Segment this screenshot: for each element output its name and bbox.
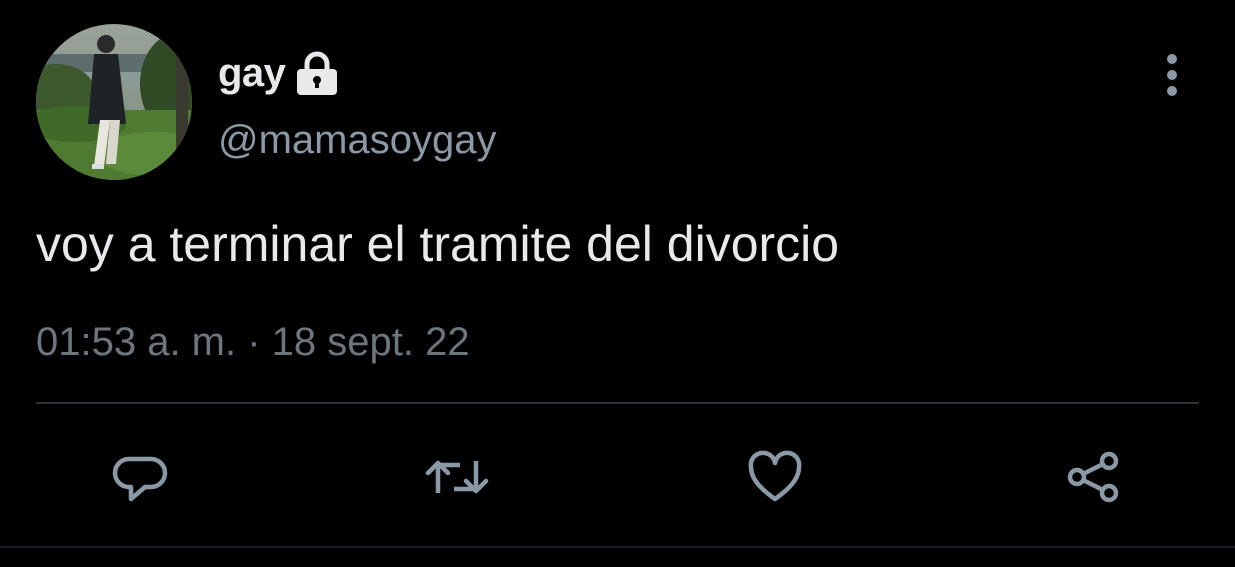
more-vertical-icon[interactable] (1154, 52, 1190, 98)
reply-button[interactable] (108, 444, 174, 510)
like-button[interactable] (742, 444, 808, 510)
author-handle[interactable]: @mamasoygay (218, 120, 496, 160)
lock-icon (297, 51, 338, 95)
heart-icon (748, 450, 802, 502)
share-button[interactable] (1060, 444, 1126, 510)
display-name[interactable]: gay (218, 53, 286, 93)
tweet-card: gay @mamasoygay voy a terminar el tramit… (0, 0, 1235, 567)
reply-icon (112, 456, 168, 502)
divider (36, 402, 1199, 404)
retweet-icon (425, 460, 489, 494)
avatar-photo (36, 24, 192, 180)
retweet-button[interactable] (424, 444, 490, 510)
avatar[interactable] (36, 24, 192, 180)
author-name-row: gay (218, 48, 341, 98)
tweet-text: voy a terminar el tramite del divorcio (36, 216, 840, 272)
tweet-timestamp[interactable]: 01:53 a. m. · 18 sept. 22 (36, 318, 470, 366)
bottom-divider (0, 546, 1235, 548)
share-icon (1067, 451, 1119, 503)
